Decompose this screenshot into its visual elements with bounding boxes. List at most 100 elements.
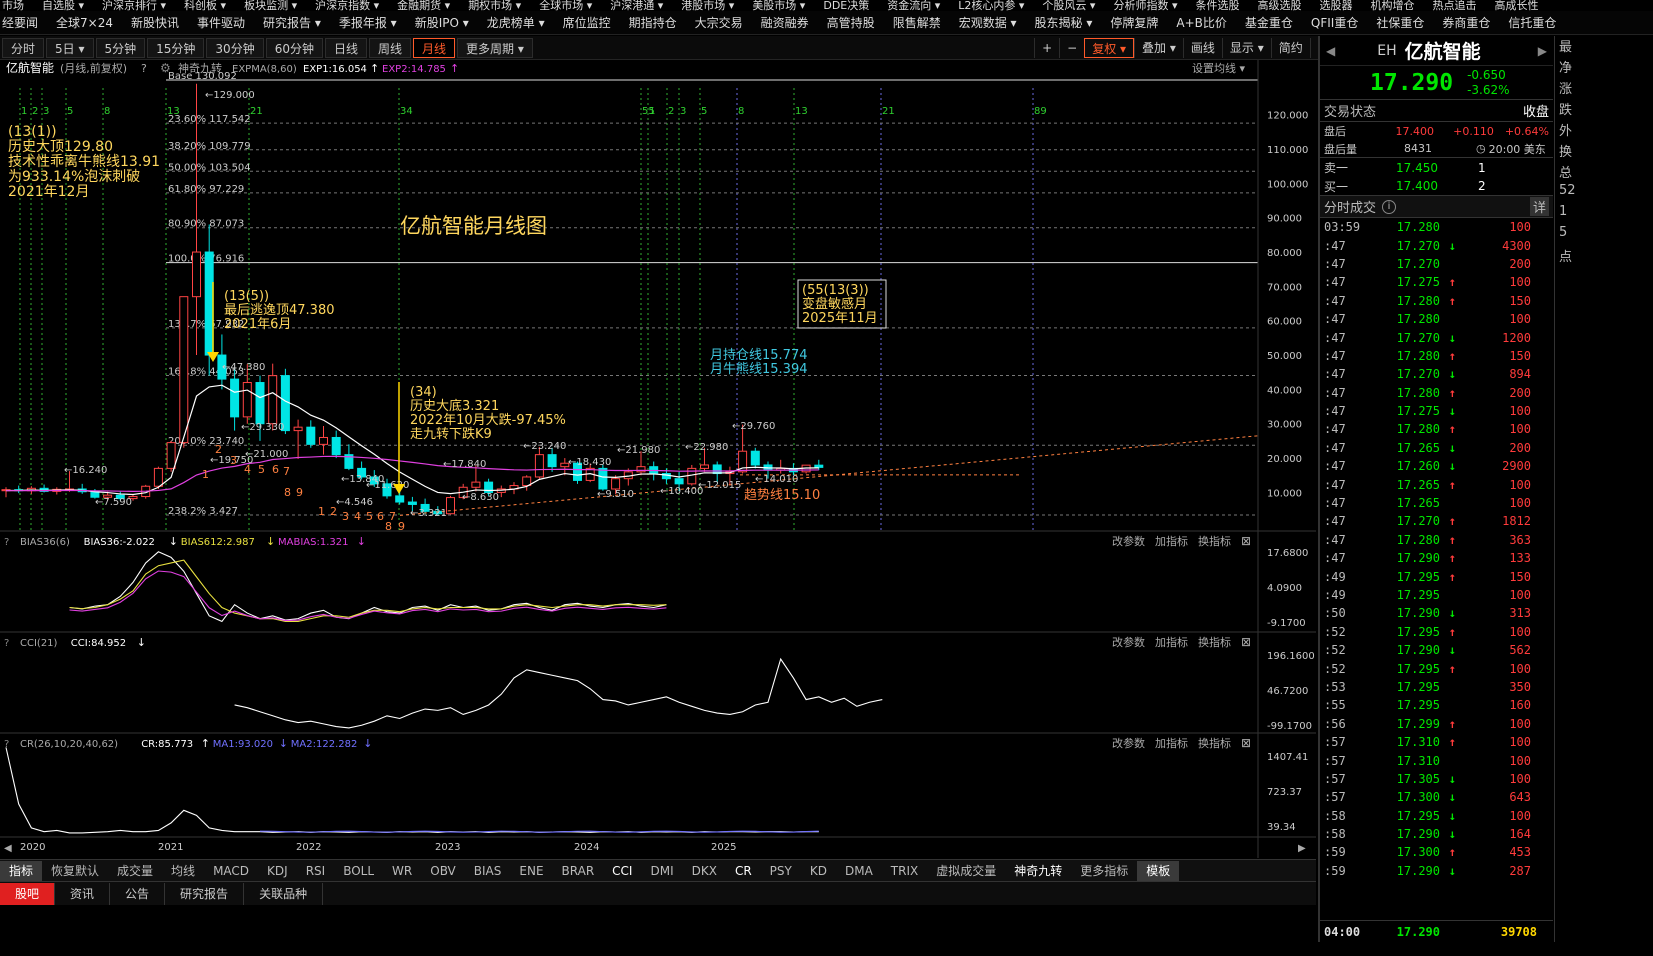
menu-item[interactable]: 席位监控 [563, 14, 611, 31]
prev-stock-icon[interactable]: ◀ [1326, 44, 1335, 58]
indicator-tab[interactable]: BRAR [553, 861, 604, 881]
period-tab[interactable]: 60分钟 [265, 37, 323, 58]
menu-item[interactable]: L2核心内参 ▾ [958, 0, 1024, 11]
toolbar-button[interactable]: − [1059, 37, 1084, 58]
indicator-tab[interactable]: DMA [836, 861, 882, 881]
toolbar-button[interactable]: + [1034, 37, 1059, 58]
indicator-tab[interactable]: BIAS [465, 861, 511, 881]
menu-item[interactable]: 新股IPO ▾ [415, 14, 469, 31]
menu-item[interactable]: 选股器 [1319, 0, 1352, 11]
menu-item[interactable]: 基金重仓 [1245, 14, 1293, 31]
menu-item[interactable]: 社保重仓 [1376, 14, 1424, 31]
toolbar-button[interactable]: 简约 [1270, 37, 1310, 58]
menu-item[interactable]: 科创板 ▾ [184, 0, 226, 11]
toolbar-button[interactable]: 叠加 ▾ [1134, 37, 1183, 58]
menu-item[interactable]: 美股市场 ▾ [752, 0, 805, 11]
bottom-tab[interactable]: 股吧 [0, 882, 56, 905]
indicator-tab[interactable]: WR [383, 861, 421, 881]
menu-item[interactable]: 沪深京指数 ▾ [315, 0, 379, 11]
indicator-tab[interactable]: TRIX [882, 861, 927, 881]
menu-item[interactable]: 全球7×24 [56, 14, 113, 31]
menu-item[interactable]: DDE决策 [823, 0, 869, 11]
indicator-tab[interactable]: 指标 [0, 860, 43, 881]
bottom-tab[interactable]: 研究报告 [165, 882, 245, 905]
menu-item[interactable]: 大宗交易 [695, 14, 743, 31]
period-tab[interactable]: 日线 [324, 37, 367, 58]
bottom-tab[interactable]: 关联品种 [244, 882, 324, 905]
menu-item[interactable]: 事件驱动 [197, 14, 245, 31]
menu-item[interactable]: 股东揭秘 ▾ [1035, 14, 1093, 31]
menu-item[interactable]: 停牌复牌 [1110, 14, 1158, 31]
kline-chart[interactable]: 亿航智能 (月线,前复权)? ⚙ 神奇九转 EXPMA(8,60) EXP1:16.054… [0, 60, 1316, 858]
indicator-tab[interactable]: KDJ [258, 861, 297, 881]
period-tab[interactable]: 周线 [369, 37, 412, 58]
menu-item[interactable]: 资金流向 ▾ [887, 0, 940, 11]
menu-item[interactable]: 券商重仓 [1442, 14, 1490, 31]
tick-list[interactable]: 03:59 17.280 100:47 17.270 ↓ 4300:47 17.270 200… [1320, 218, 1553, 880]
menu-item[interactable]: 个股风云 ▾ [1042, 0, 1095, 11]
indicator-tab[interactable]: RSI [297, 861, 335, 881]
menu-item[interactable]: 研究报告 ▾ [263, 14, 321, 31]
menu-item[interactable]: 分析师指数 ▾ [1113, 0, 1177, 11]
bottom-tab[interactable]: 公告 [110, 882, 166, 905]
menu-item[interactable]: 宏观数据 ▾ [959, 14, 1017, 31]
indicator-tab[interactable]: CR [726, 861, 761, 881]
indicator-tab[interactable]: MACD [204, 861, 258, 881]
indicator-tab[interactable]: 恢复默认 [42, 861, 108, 881]
period-tab[interactable]: 分时 [2, 37, 45, 58]
menu-item[interactable]: A+B比价 [1176, 14, 1227, 31]
indicator-tab[interactable]: CCI [603, 861, 641, 881]
indicator-tab[interactable]: OBV [421, 861, 465, 881]
menu-item[interactable]: 季报年报 ▾ [339, 14, 397, 31]
chart-area[interactable]: 亿航智能 (月线,前复权)? ⚙ 神奇九转 EXPMA(8,60) EXP1:16.054… [0, 60, 1316, 858]
menu-item[interactable]: 期权市场 ▾ [468, 0, 521, 11]
period-tab[interactable]: 30分钟 [206, 37, 264, 58]
menu-item[interactable]: 机构增仓 [1370, 0, 1414, 11]
menu-item[interactable]: 期指持仓 [629, 14, 677, 31]
menu-item[interactable]: 高管持股 [827, 14, 875, 31]
menu-item[interactable]: 港股市场 ▾ [681, 0, 734, 11]
menu-item[interactable]: QFII重仓 [1311, 14, 1358, 31]
menu-item[interactable]: 融资融券 [761, 14, 809, 31]
menu-item[interactable]: 高级选股 [1257, 0, 1301, 11]
menu-item[interactable]: 板块监测 ▾ [244, 0, 297, 11]
indicator-tab[interactable]: 更多指标 [1071, 861, 1137, 881]
menu-item[interactable]: 市场 [2, 0, 24, 11]
indicator-tab[interactable]: DKX [683, 861, 726, 881]
indicator-tab[interactable]: DMI [641, 861, 682, 881]
menu-item[interactable]: 信托重仓 [1508, 14, 1556, 31]
period-tab[interactable]: 月线 [413, 37, 456, 58]
menu-item[interactable]: 热点追击 [1432, 0, 1476, 11]
bottom-tab[interactable]: 资讯 [55, 882, 111, 905]
period-tab[interactable]: 5分钟 [95, 37, 146, 58]
indicator-tab[interactable]: 虚拟成交量 [927, 861, 1005, 881]
indicator-tab[interactable]: 成交量 [108, 861, 162, 881]
indicator-tab[interactable]: 模板 [1137, 860, 1180, 881]
menu-item[interactable]: 条件选股 [1195, 0, 1239, 11]
menu-item[interactable]: 沪深港通 ▾ [610, 0, 663, 11]
indicator-tab[interactable]: BOLL [334, 861, 383, 881]
toolbar-button[interactable]: 显示 ▾ [1221, 37, 1271, 58]
menu-item[interactable]: 金融期货 ▾ [397, 0, 450, 11]
info-icon[interactable]: i [1382, 199, 1397, 214]
period-tab[interactable]: 更多周期 ▾ [457, 37, 533, 58]
indicator-tab[interactable]: PSY [761, 861, 801, 881]
toolbar-button[interactable]: 复权 ▾ [1084, 37, 1135, 58]
menu-item[interactable]: 高成长性 [1494, 0, 1538, 11]
menu-item[interactable]: 全球市场 ▾ [539, 0, 592, 11]
indicator-tab[interactable]: ENE [510, 861, 552, 881]
period-tab[interactable]: 5日 ▾ [46, 37, 94, 58]
indicator-tab[interactable]: KD [801, 861, 836, 881]
next-stock-icon[interactable]: ▶ [1538, 44, 1547, 58]
menu-item[interactable]: 新股快讯 [131, 14, 179, 31]
period-tab[interactable]: 15分钟 [147, 37, 205, 58]
menu-item[interactable]: 经要闻 [2, 14, 38, 31]
ticks-detail-button[interactable]: 详 [1529, 197, 1549, 216]
indicator-tab[interactable]: 神奇九转 [1005, 861, 1071, 881]
menu-item[interactable]: 龙虎榜单 ▾ [487, 14, 545, 31]
menu-item[interactable]: 沪深京排行 ▾ [102, 0, 166, 11]
toolbar-button[interactable]: 画线 [1182, 37, 1222, 58]
indicator-tab[interactable]: 均线 [162, 861, 204, 881]
menu-item[interactable]: 限售解禁 [893, 14, 941, 31]
menu-item[interactable]: 自选股 ▾ [42, 0, 84, 11]
